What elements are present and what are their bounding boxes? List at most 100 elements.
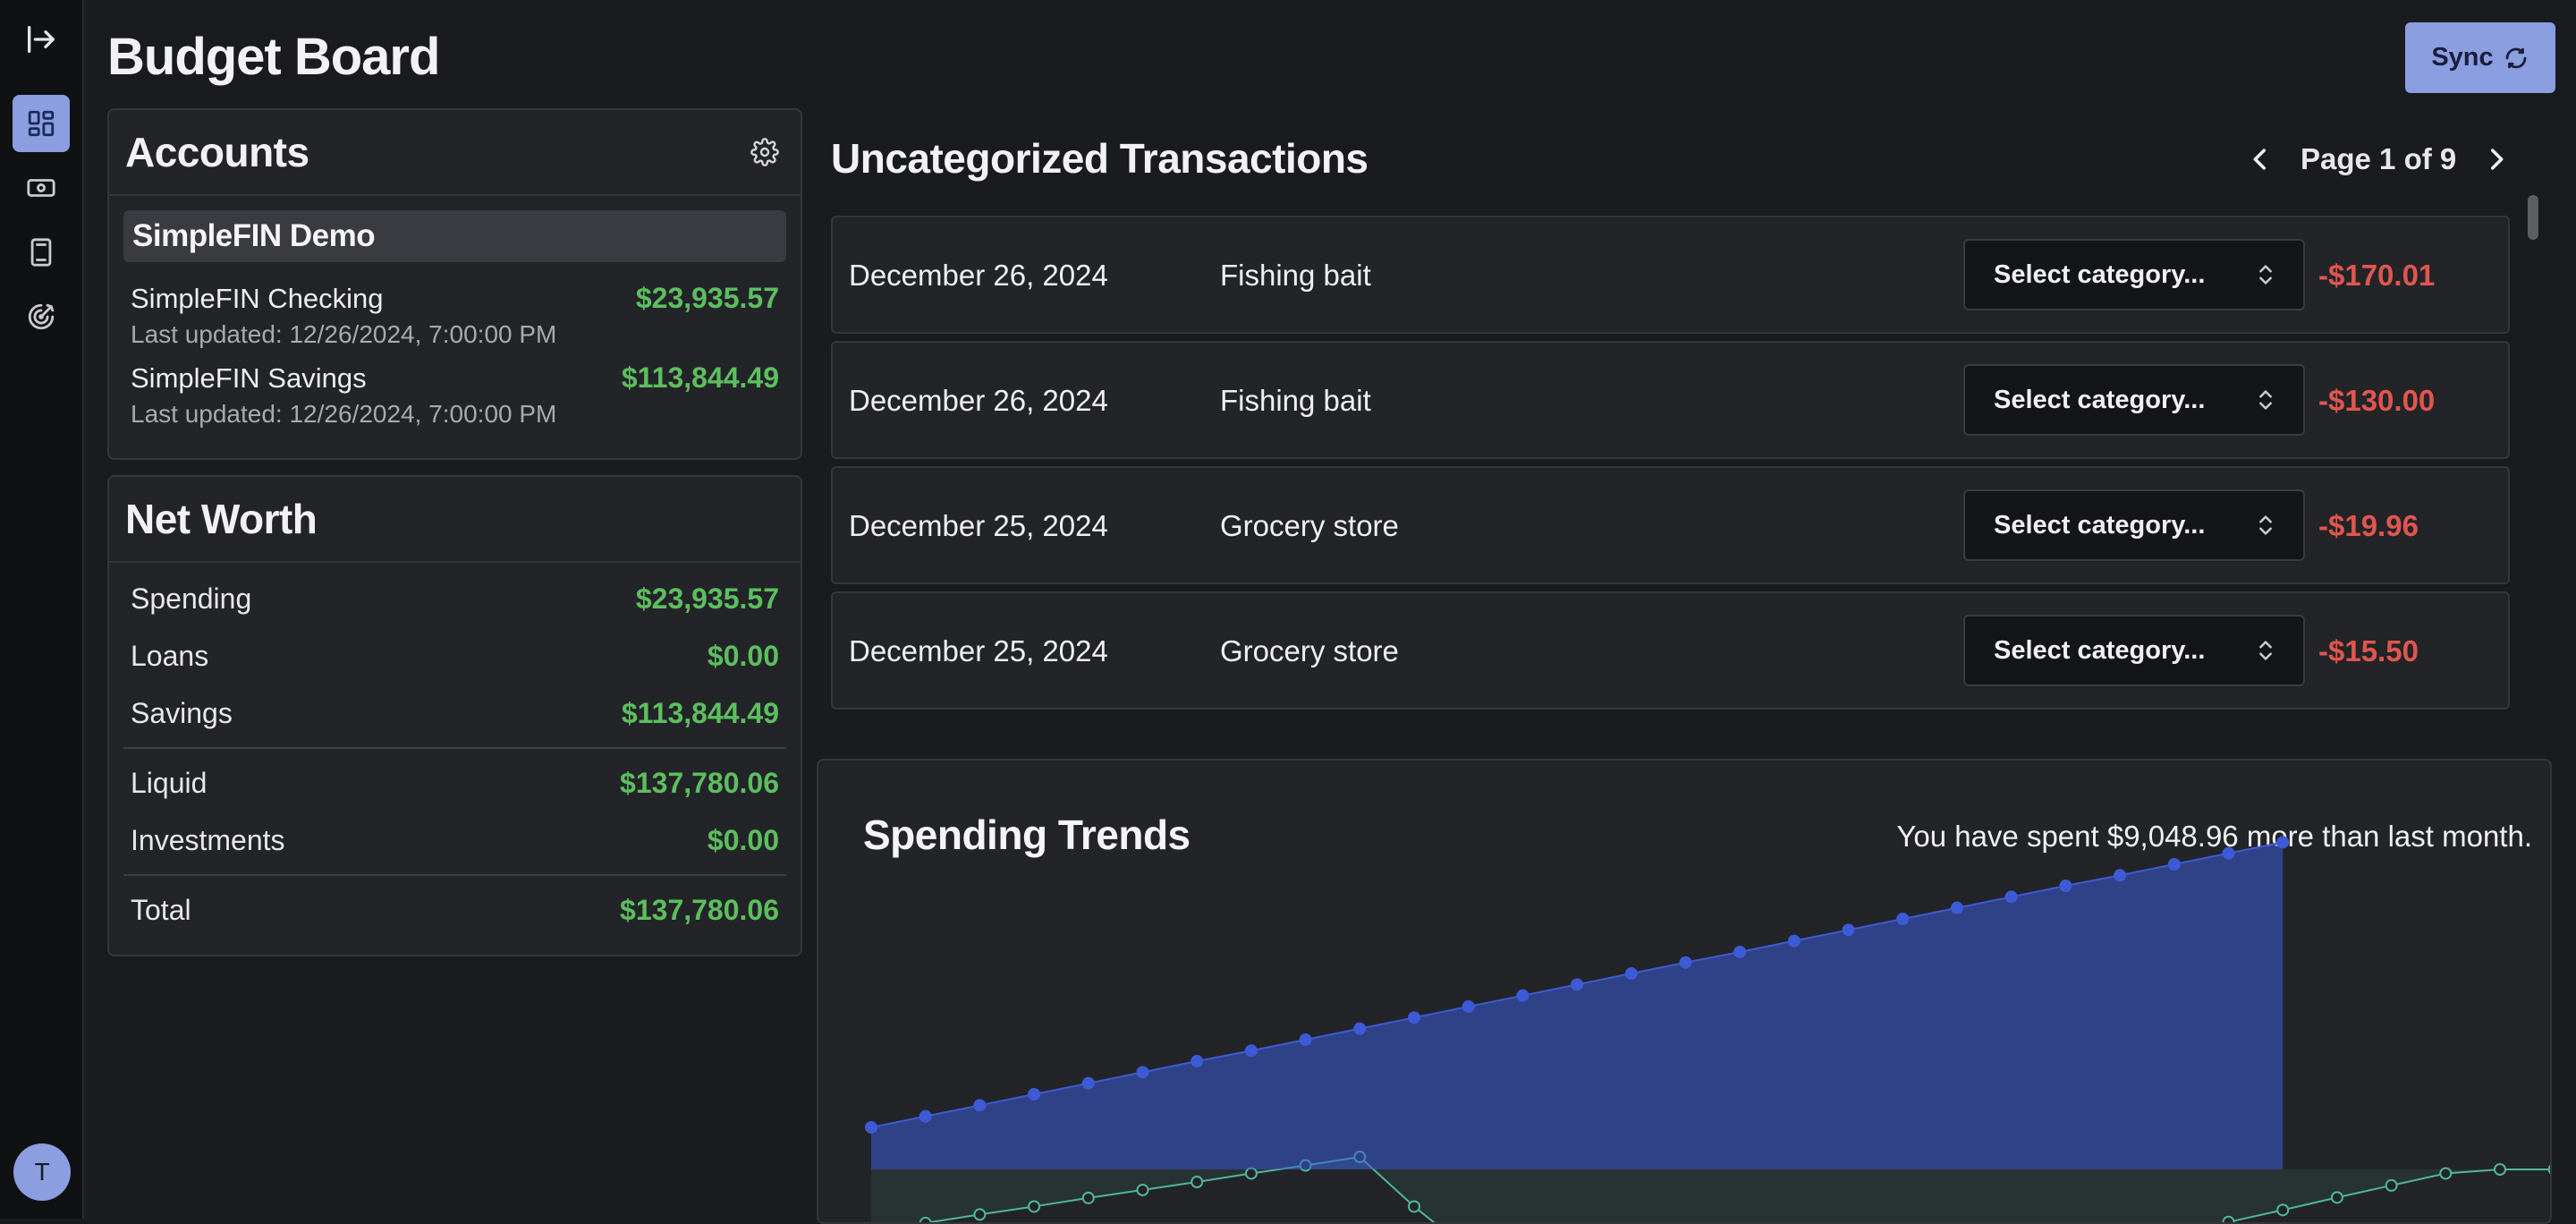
transaction-row: December 25, 2024 Grocery store Select c… — [831, 591, 2510, 710]
series-1-point[interactable] — [2167, 857, 2181, 871]
chevron-up-down-icon — [2259, 265, 2272, 285]
net-worth-value: $137,780.06 — [620, 893, 779, 926]
series-2-point[interactable] — [1191, 1176, 1204, 1188]
spending-trends-card: Spending Trends You have spent $9,048.96… — [817, 759, 2552, 1224]
transaction-row: December 26, 2024 Fishing bait Select ca… — [831, 216, 2510, 334]
net-worth-value: $137,780.06 — [620, 766, 779, 799]
series-1-point[interactable] — [973, 1099, 987, 1112]
series-2-point[interactable] — [2222, 1215, 2235, 1224]
account-last-updated: Last updated: 12/26/2024, 7:00:00 PM — [131, 320, 557, 348]
chevron-up-down-icon — [2259, 390, 2272, 410]
series-2-point[interactable] — [1136, 1183, 1149, 1196]
net-worth-row: Liquid $137,780.06 — [109, 754, 801, 812]
series-1-point[interactable] — [1842, 923, 1855, 937]
series-2-point[interactable] — [2494, 1163, 2506, 1176]
series-1-point[interactable] — [1733, 945, 1747, 958]
series-1-point[interactable] — [2004, 890, 2018, 904]
series-1-point[interactable] — [1081, 1076, 1095, 1090]
account-name: SimpleFIN Checking — [131, 283, 384, 314]
net-worth-value: $0.00 — [707, 639, 779, 672]
page-title: Budget Board — [107, 28, 440, 86]
goals-icon[interactable] — [13, 288, 70, 345]
accounts-card: Accounts SimpleFIN Demo SimpleFIN Checki… — [107, 108, 802, 460]
series-2-point[interactable] — [2547, 1164, 2552, 1175]
net-worth-row: Spending $23,935.57 — [109, 570, 801, 627]
series-1-point[interactable] — [1462, 1000, 1475, 1013]
series-1-point[interactable] — [1299, 1033, 1312, 1046]
net-worth-value: $0.00 — [707, 823, 779, 856]
series-1-point[interactable] — [1571, 978, 1584, 991]
category-select-placeholder: Select category... — [1994, 510, 2206, 540]
net-worth-row: Investments $0.00 — [109, 812, 801, 869]
pagination: Page 1 of 9 — [2245, 134, 2512, 183]
series-1-point[interactable] — [1408, 1011, 1420, 1024]
series-1-area — [871, 842, 2284, 1169]
category-select-placeholder: Select category... — [1994, 259, 2206, 289]
series-1-point[interactable] — [2114, 869, 2127, 882]
divider — [123, 874, 786, 876]
category-select[interactable]: Select category... — [1963, 364, 2305, 436]
series-2-point[interactable] — [1244, 1167, 1258, 1180]
transaction-merchant: Grocery store — [1220, 634, 1399, 667]
series-1-point[interactable] — [1896, 913, 1910, 925]
settings-gear-icon[interactable] — [745, 132, 784, 172]
net-worth-row: Loans $0.00 — [109, 627, 801, 684]
budgets-icon[interactable] — [13, 224, 70, 281]
sync-button[interactable]: Sync — [2405, 22, 2555, 93]
series-1-point[interactable] — [1516, 989, 1530, 1002]
series-1-point[interactable] — [1244, 1044, 1258, 1058]
spending-trends-chart — [865, 836, 2552, 1224]
collapse-sidebar-icon[interactable] — [13, 11, 70, 68]
transaction-amount: -$130.00 — [2318, 384, 2436, 417]
net-worth-label: Spending — [131, 582, 252, 615]
series-1-point[interactable] — [1353, 1022, 1367, 1035]
sync-button-label: Sync — [2431, 43, 2494, 72]
page-indicator: Page 1 of 9 — [2301, 141, 2457, 175]
net-worth-label: Liquid — [131, 766, 208, 799]
net-worth-label: Loans — [131, 639, 209, 672]
series-1-point[interactable] — [1136, 1066, 1149, 1079]
transactions-icon[interactable] — [13, 159, 70, 217]
transaction-amount: -$19.96 — [2318, 509, 2419, 542]
divider — [123, 747, 786, 749]
net-worth-value: $113,844.49 — [621, 696, 779, 729]
net-worth-label: Total — [131, 893, 191, 926]
category-select[interactable]: Select category... — [1963, 615, 2305, 686]
series-2-point[interactable] — [2439, 1167, 2453, 1180]
net-worth-row: Savings $113,844.49 — [109, 684, 801, 742]
series-2-point[interactable] — [2276, 1203, 2290, 1217]
series-1-point[interactable] — [1028, 1088, 1041, 1101]
series-2-point[interactable] — [1408, 1200, 1420, 1213]
series-2-point[interactable] — [2330, 1191, 2343, 1204]
series-1-point[interactable] — [1679, 956, 1692, 969]
series-1-point[interactable] — [865, 1120, 877, 1134]
net-worth-row: Total $137,780.06 — [109, 881, 801, 939]
dashboard-icon[interactable] — [13, 95, 70, 152]
category-select[interactable]: Select category... — [1963, 489, 2305, 561]
chevron-left-icon[interactable] — [2245, 144, 2275, 174]
net-worth-label: Investments — [131, 823, 285, 856]
series-2-point[interactable] — [1081, 1191, 1095, 1204]
avatar[interactable]: T — [13, 1143, 71, 1201]
refresh-icon — [2505, 47, 2527, 68]
chevron-right-icon[interactable] — [2481, 144, 2512, 174]
series-2-point[interactable] — [1028, 1200, 1041, 1213]
series-1-point[interactable] — [2222, 846, 2235, 860]
transactions-scrollbar[interactable] — [2528, 195, 2538, 240]
category-select-placeholder: Select category... — [1994, 385, 2206, 414]
account-last-updated: Last updated: 12/26/2024, 7:00:00 PM — [131, 400, 557, 428]
category-select-placeholder: Select category... — [1994, 635, 2206, 665]
series-1-point[interactable] — [919, 1109, 932, 1123]
series-1-point[interactable] — [1191, 1055, 1204, 1068]
series-1-point[interactable] — [2059, 880, 2072, 893]
net-worth-value: $23,935.57 — [635, 582, 779, 615]
account-item[interactable]: SimpleFIN Savings $113,844.49 Last updat… — [109, 361, 801, 429]
series-1-point[interactable] — [1787, 934, 1801, 948]
series-1-point[interactable] — [1951, 901, 1963, 914]
series-1-point[interactable] — [2276, 836, 2290, 849]
series-2-point[interactable] — [2385, 1178, 2398, 1192]
series-1-point[interactable] — [1624, 967, 1638, 981]
account-item[interactable]: SimpleFIN Checking $23,935.57 Last updat… — [109, 282, 801, 349]
category-select[interactable]: Select category... — [1963, 239, 2305, 310]
account-name: SimpleFIN Savings — [131, 362, 367, 394]
